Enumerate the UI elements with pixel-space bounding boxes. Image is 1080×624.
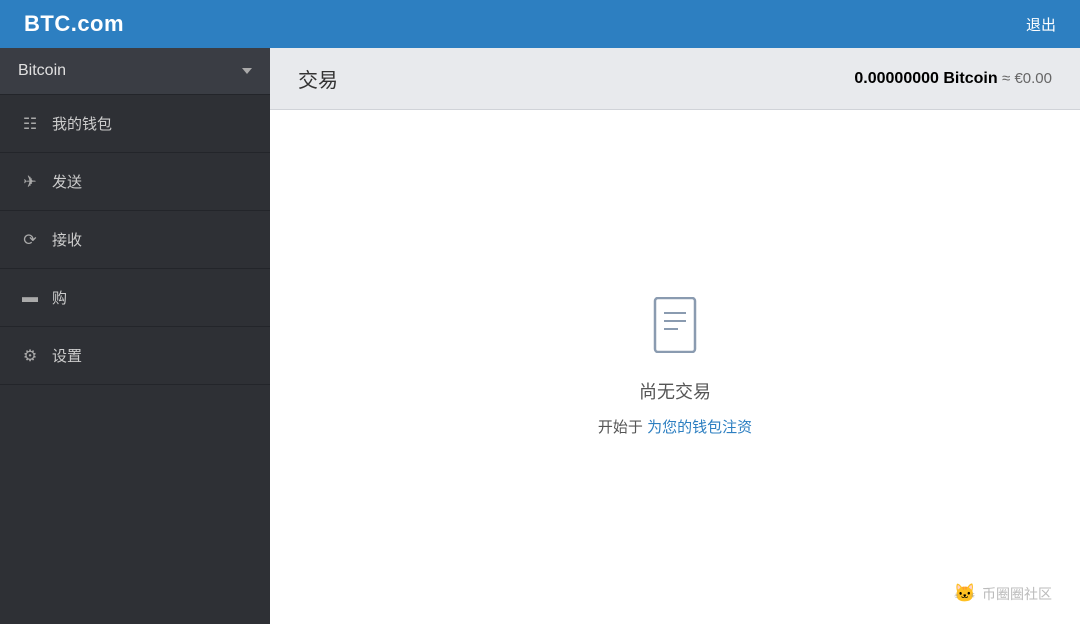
watermark-text: 币圈圈社区 [982, 584, 1052, 604]
sidebar-item-receive[interactable]: ⟳ 接收 [0, 211, 270, 269]
empty-prompt-text: 开始于 [598, 419, 647, 436]
sidebar: Bitcoin ☷ 我的钱包 ✈ 发送 ⟳ 接收 ▬ 购 ⚙ 设置 [0, 48, 270, 624]
wallet-icon: ☷ [20, 114, 40, 134]
sidebar-item-wallet[interactable]: ☷ 我的钱包 [0, 95, 270, 153]
logout-button[interactable]: 退出 [1026, 14, 1056, 35]
balance-fiat: €0.00 [1014, 70, 1052, 87]
empty-action-prompt: 开始于 为您的钱包注资 [598, 416, 752, 437]
main-content: 交易 0.00000000 Bitcoin ≈ €0.00 尚无交易 开始于 为… [270, 48, 1080, 624]
sidebar-label-settings: 设置 [52, 345, 82, 366]
app-logo: BTC.com [24, 11, 124, 37]
sidebar-item-send[interactable]: ✈ 发送 [0, 153, 270, 211]
chevron-down-icon [242, 68, 252, 74]
currency-label: Bitcoin [18, 62, 66, 80]
sidebar-label-buy: 购 [52, 287, 67, 308]
sidebar-item-buy[interactable]: ▬ 购 [0, 269, 270, 327]
buy-icon: ▬ [20, 289, 40, 307]
transactions-area: 尚无交易 开始于 为您的钱包注资 🐱 币圈圈社区 [270, 110, 1080, 624]
app-header: BTC.com 退出 [0, 0, 1080, 48]
sidebar-label-send: 发送 [52, 171, 82, 192]
fund-wallet-link[interactable]: 为您的钱包注资 [647, 419, 752, 436]
main-header-bar: 交易 0.00000000 Bitcoin ≈ €0.00 [270, 48, 1080, 110]
app-body: Bitcoin ☷ 我的钱包 ✈ 发送 ⟳ 接收 ▬ 购 ⚙ 设置 [0, 48, 1080, 624]
sidebar-label-receive: 接收 [52, 229, 82, 250]
page-title: 交易 [298, 64, 338, 93]
currency-selector[interactable]: Bitcoin [0, 48, 270, 95]
settings-icon: ⚙ [20, 346, 40, 366]
balance-amount: 0.00000000 Bitcoin [854, 70, 997, 87]
watermark-icon: 🐱 [954, 583, 976, 604]
send-icon: ✈ [20, 172, 40, 192]
sidebar-item-settings[interactable]: ⚙ 设置 [0, 327, 270, 385]
watermark: 🐱 币圈圈社区 [954, 583, 1052, 604]
receive-icon: ⟳ [20, 230, 40, 250]
sidebar-nav: ☷ 我的钱包 ✈ 发送 ⟳ 接收 ▬ 购 ⚙ 设置 [0, 95, 270, 385]
balance-approx: ≈ [1002, 70, 1014, 87]
sidebar-label-wallet: 我的钱包 [52, 113, 112, 134]
empty-transactions-icon [650, 297, 700, 362]
balance-display: 0.00000000 Bitcoin ≈ €0.00 [854, 70, 1052, 88]
no-transactions-text: 尚无交易 [639, 378, 711, 404]
